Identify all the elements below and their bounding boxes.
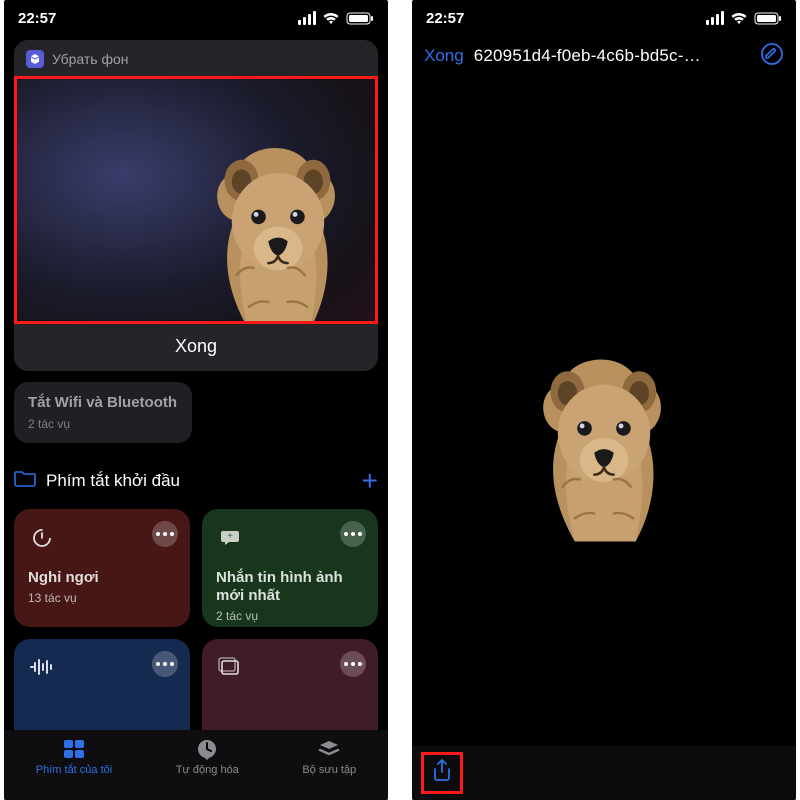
tile-label: Nghỉ ngơi [28, 569, 176, 587]
more-icon[interactable] [152, 521, 178, 547]
waveform-icon [28, 653, 56, 681]
quokka-image [188, 105, 368, 324]
status-icons [298, 11, 374, 25]
section-title: Phím tắt khởi đầu [46, 471, 180, 491]
tile-label: Tắt Wifi và Bluetooth [28, 394, 178, 413]
tile-sub: 13 tác vụ [28, 591, 176, 605]
tile-message[interactable]: + Nhắn tin hình ảnh mới nhất 2 tác vụ [202, 509, 378, 627]
result-image [514, 317, 694, 542]
tile-rest[interactable]: Nghỉ ngơi 13 tác vụ [14, 509, 190, 627]
image-viewer[interactable] [412, 76, 796, 746]
phone-left: 22:57 Убрать фон [4, 0, 388, 800]
tab-gallery[interactable]: Bộ sưu tập [302, 738, 356, 776]
message-icon: + [216, 523, 244, 551]
shortcut-result-card: Убрать фон Xong [14, 40, 378, 371]
preview-image [14, 76, 378, 324]
card-header: Убрать фон [14, 40, 378, 76]
done-button[interactable]: Xong [424, 46, 464, 66]
wifi-icon [322, 11, 340, 25]
battery-icon [346, 12, 374, 25]
file-name: 620951d4-f0eb-4c6b-bd5c-… [474, 46, 750, 66]
more-icon[interactable] [340, 521, 366, 547]
battery-icon [754, 12, 782, 25]
wifi-icon [730, 11, 748, 25]
phone-right: 22:57 Xong 620951d4-f0eb-4c6b-bd5c-… [412, 0, 796, 800]
tab-bar: Phím tắt của tôi Tự động hóa Bộ sưu tập [4, 730, 388, 800]
status-icons [706, 11, 782, 25]
tile-sub: 2 tác vụ [216, 609, 364, 623]
svg-text:+: + [227, 531, 233, 542]
timer-icon [28, 523, 56, 551]
share-button[interactable] [422, 753, 462, 793]
bottom-toolbar [412, 746, 796, 800]
markup-button[interactable] [760, 42, 784, 71]
done-button[interactable]: Xong [14, 324, 378, 371]
tab-automation[interactable]: Tự động hóa [176, 738, 239, 776]
tile-sub: 2 tác vụ [28, 417, 178, 431]
status-time: 22:57 [426, 10, 464, 27]
shortcuts-app-icon [26, 50, 44, 68]
background-content: Tắt Wifi và Bluetooth 2 tác vụ Phím tắt … [14, 382, 378, 757]
tab-my-shortcuts[interactable]: Phím tắt của tôi [36, 738, 112, 776]
photos-icon [216, 653, 244, 681]
folder-icon [14, 469, 36, 492]
cellular-icon [298, 11, 316, 25]
preview-highlight[interactable] [14, 76, 378, 324]
card-app-label: Убрать фон [52, 51, 129, 67]
tab-label: Tự động hóa [176, 764, 239, 776]
tab-label: Phím tắt của tôi [36, 764, 112, 776]
status-bar: 22:57 [412, 0, 796, 36]
cellular-icon [706, 11, 724, 25]
more-icon[interactable] [340, 651, 366, 677]
preview-nav: Xong 620951d4-f0eb-4c6b-bd5c-… [412, 36, 796, 76]
wifi-bt-shortcut-tile[interactable]: Tắt Wifi và Bluetooth 2 tác vụ [14, 382, 192, 443]
red-annotation-frame [421, 752, 463, 794]
more-icon[interactable] [152, 651, 178, 677]
tile-label: Nhắn tin hình ảnh mới nhất [216, 569, 364, 605]
status-time: 22:57 [18, 10, 56, 27]
add-shortcut-button[interactable]: + [362, 467, 378, 495]
tab-label: Bộ sưu tập [302, 764, 356, 776]
status-bar: 22:57 [4, 0, 388, 36]
